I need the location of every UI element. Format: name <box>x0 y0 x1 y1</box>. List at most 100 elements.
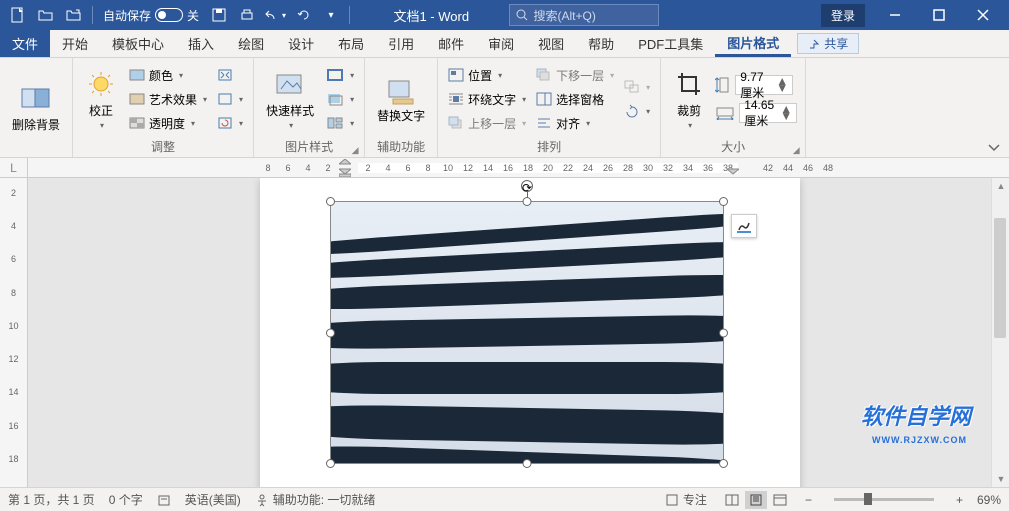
export-icon[interactable] <box>62 3 86 27</box>
corrections-button[interactable]: 校正▾ <box>81 66 121 132</box>
group-button[interactable]: ▾ <box>622 76 652 98</box>
redo-icon[interactable] <box>291 3 315 27</box>
resize-handle-w[interactable] <box>326 328 335 337</box>
tab-review[interactable]: 审阅 <box>476 30 526 57</box>
search-input[interactable]: 搜索(Alt+Q) <box>509 4 659 26</box>
vertical-scrollbar[interactable]: ▲ ▼ <box>991 178 1009 487</box>
resize-handle-nw[interactable] <box>326 197 335 206</box>
zoom-slider[interactable] <box>834 498 934 501</box>
tab-help[interactable]: 帮助 <box>576 30 626 57</box>
wrap-button[interactable]: 环绕文字▾ <box>446 88 528 110</box>
language-button[interactable]: 英语(美国) <box>185 491 241 508</box>
selected-image[interactable]: ⟳ <box>330 201 724 464</box>
maximize-button[interactable] <box>917 1 961 29</box>
print-layout-button[interactable] <box>745 491 767 509</box>
scroll-thumb[interactable] <box>994 218 1006 338</box>
read-mode-button[interactable] <box>721 491 743 509</box>
page: ⟳ <box>260 178 800 487</box>
ruler-horizontal[interactable]: 8642246810121416182022242628303234363842… <box>28 158 1009 177</box>
page-count[interactable]: 第 1 页，共 1 页 <box>8 491 95 508</box>
pic-effects-button[interactable]: ▾ <box>324 88 356 110</box>
crop-button[interactable]: 裁剪▾ <box>669 66 709 132</box>
right-indent-icon[interactable] <box>727 167 739 175</box>
height-icon <box>715 76 731 94</box>
reset-pic-button[interactable]: ▾ <box>215 112 245 134</box>
compress-button[interactable] <box>215 64 245 86</box>
web-layout-button[interactable] <box>769 491 791 509</box>
tab-template[interactable]: 模板中心 <box>100 30 176 57</box>
tab-design[interactable]: 设计 <box>276 30 326 57</box>
print-icon[interactable] <box>235 3 259 27</box>
tab-view[interactable]: 视图 <box>526 30 576 57</box>
resize-handle-s[interactable] <box>523 459 532 468</box>
resize-handle-n[interactable] <box>523 197 532 206</box>
pic-border-button[interactable]: ▾ <box>324 64 356 86</box>
tab-home[interactable]: 开始 <box>50 30 100 57</box>
artistic-button[interactable]: 艺术效果▾ <box>127 88 209 110</box>
share-button[interactable]: 共享 <box>797 33 859 54</box>
close-button[interactable] <box>961 1 1005 29</box>
remove-bg-button[interactable]: 删除背景 <box>8 80 64 135</box>
zoom-thumb[interactable] <box>864 493 872 505</box>
ruler-corner: L <box>0 158 28 177</box>
spellcheck-button[interactable] <box>157 493 171 507</box>
indent-marker-icon[interactable] <box>339 159 351 177</box>
qat-customize-icon[interactable]: ▾ <box>319 3 343 27</box>
focus-button[interactable]: 专注 <box>665 491 707 508</box>
document-canvas[interactable]: ⟳ 软件自学网 WWW.RJZXW.COM <box>28 178 991 487</box>
scroll-down-icon[interactable]: ▼ <box>992 471 1009 487</box>
save-icon[interactable] <box>207 3 231 27</box>
rotate-handle[interactable]: ⟳ <box>521 180 533 192</box>
autosave-state: 关 <box>187 7 199 24</box>
autosave-toggle[interactable]: 自动保存 关 <box>103 7 199 24</box>
zoom-in-button[interactable]: + <box>956 493 963 507</box>
watermark: 软件自学网 <box>861 399 971 431</box>
login-button[interactable]: 登录 <box>821 4 865 27</box>
transparency-button[interactable]: 透明度▾ <box>127 112 209 134</box>
tab-picture-format[interactable]: 图片格式 <box>715 30 791 57</box>
new-doc-icon[interactable] <box>6 3 30 27</box>
tab-insert[interactable]: 插入 <box>176 30 226 57</box>
ribbon-tabs: 文件 开始 模板中心 插入 绘图 设计 布局 引用 邮件 审阅 视图 帮助 PD… <box>0 30 1009 58</box>
tab-draw[interactable]: 绘图 <box>226 30 276 57</box>
change-pic-button[interactable]: ▾ <box>215 88 245 110</box>
resize-handle-e[interactable] <box>719 328 728 337</box>
undo-icon[interactable]: ▾ <box>263 3 287 27</box>
layout-options-button[interactable] <box>731 214 757 238</box>
open-icon[interactable] <box>34 3 58 27</box>
resize-handle-se[interactable] <box>719 459 728 468</box>
tab-mail[interactable]: 邮件 <box>426 30 476 57</box>
search-icon <box>516 9 528 21</box>
quick-styles-button[interactable]: 快速样式▾ <box>262 66 318 132</box>
pic-layout-button[interactable]: ▾ <box>324 112 356 134</box>
tab-file[interactable]: 文件 <box>0 30 50 57</box>
dialog-launcher-icon[interactable]: ◢ <box>350 145 360 155</box>
group-size: 裁剪▾ 9.77 厘米▲▼ 14.65 厘米▲▼ 大小◢ <box>661 58 806 157</box>
word-count[interactable]: 0 个字 <box>109 491 143 508</box>
dialog-launcher-icon[interactable]: ◢ <box>791 145 801 155</box>
position-button[interactable]: 位置▾ <box>446 64 528 86</box>
doc-title: 文档1 - Word <box>354 6 508 25</box>
align-button[interactable]: 对齐▾ <box>534 112 616 134</box>
tab-ref[interactable]: 引用 <box>376 30 426 57</box>
tab-pdf[interactable]: PDF工具集 <box>626 30 715 57</box>
rotate-button[interactable]: ▾ <box>622 100 652 122</box>
selection-pane-button[interactable]: 选择窗格 <box>534 88 616 110</box>
zoom-level[interactable]: 69% <box>977 493 1001 507</box>
zoom-out-button[interactable]: − <box>805 493 812 507</box>
watermark-sub: WWW.RJZXW.COM <box>872 435 967 445</box>
scroll-up-icon[interactable]: ▲ <box>992 178 1009 194</box>
resize-handle-ne[interactable] <box>719 197 728 206</box>
ruler-vertical[interactable]: 24681012141618 <box>0 178 28 487</box>
height-input[interactable]: 9.77 厘米▲▼ <box>735 75 793 95</box>
color-button[interactable]: 颜色▾ <box>127 64 209 86</box>
width-input[interactable]: 14.65 厘米▲▼ <box>739 103 797 123</box>
bring-fwd-button[interactable]: 上移一层▾ <box>446 112 528 134</box>
accessibility-status[interactable]: 辅助功能: 一切就绪 <box>255 491 376 508</box>
resize-handle-sw[interactable] <box>326 459 335 468</box>
send-back-button[interactable]: 下移一层▾ <box>534 64 616 86</box>
minimize-button[interactable] <box>873 1 917 29</box>
alt-text-button[interactable]: 替换文字 <box>373 74 429 125</box>
collapse-ribbon-button[interactable] <box>987 143 1001 153</box>
tab-layout[interactable]: 布局 <box>326 30 376 57</box>
